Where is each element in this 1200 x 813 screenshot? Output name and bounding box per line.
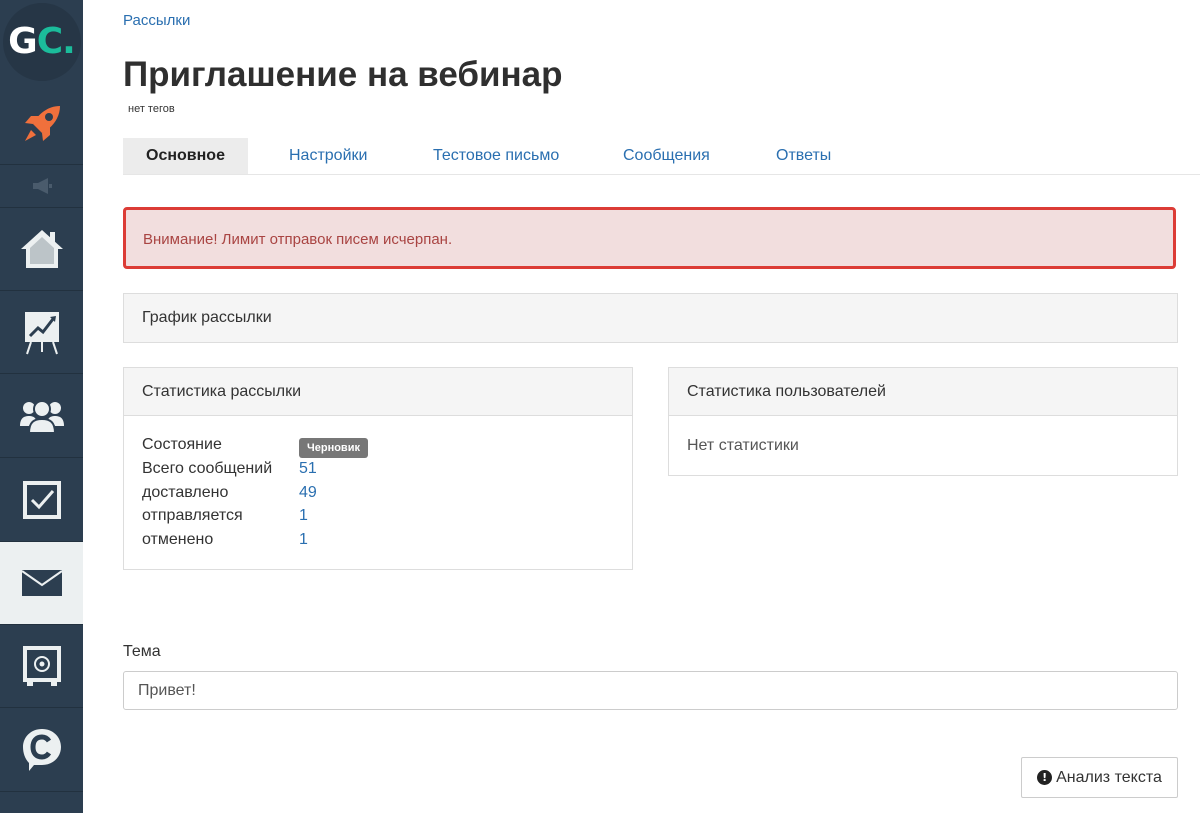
stat-row-status: Состояние	[142, 436, 222, 454]
envelope-icon	[20, 570, 63, 596]
chat-c-icon	[22, 728, 61, 771]
tab-test-email[interactable]: Тестовое письмо	[433, 138, 559, 174]
home-icon	[20, 230, 63, 268]
tab-bar: Основное Настройки Тестовое письмо Сообщ…	[123, 138, 1200, 175]
analyze-text-label: Анализ текста	[1056, 768, 1162, 786]
sidebar-item-users[interactable]	[0, 374, 83, 458]
app-logo[interactable]: GC.	[0, 0, 83, 83]
stat-label: доставлено	[142, 484, 229, 501]
tab-main[interactable]: Основное	[123, 138, 248, 174]
mailing-stats-title: Статистика рассылки	[124, 368, 632, 416]
users-icon	[19, 399, 64, 434]
topic-label: Тема	[123, 643, 161, 660]
logo-text: GC.	[8, 21, 76, 62]
stat-row-total: Всего сообщений	[142, 460, 272, 478]
schedule-panel-title: График рассылки	[124, 294, 1177, 342]
stat-row-cancelled: отменено	[142, 531, 213, 549]
exclamation-circle-icon: !	[1037, 770, 1053, 785]
schedule-panel[interactable]: График рассылки	[123, 293, 1178, 343]
sidebar-item-store[interactable]	[0, 625, 83, 708]
safe-icon	[22, 646, 61, 686]
topic-input[interactable]	[123, 671, 1178, 710]
logo-circle: GC.	[2, 2, 81, 81]
stat-value-delivered[interactable]: 49	[299, 484, 317, 502]
sidebar-item-announcements[interactable]	[0, 165, 83, 208]
tab-messages[interactable]: Сообщения	[623, 138, 710, 174]
stat-label: отменено	[142, 531, 214, 548]
status-badge: Черновик	[299, 438, 368, 458]
user-stats-panel: Статистика пользователей Нет статистики	[668, 367, 1178, 476]
sidebar-item-home[interactable]	[0, 208, 83, 291]
stat-value-total[interactable]: 51	[299, 460, 317, 478]
stat-value-cancelled[interactable]: 1	[299, 531, 308, 549]
tab-replies[interactable]: Ответы	[776, 138, 831, 174]
mailing-stats-panel: Статистика рассылки Состояние Черновик В…	[123, 367, 633, 570]
sidebar-item-launch[interactable]	[0, 83, 83, 165]
analyze-text-button[interactable]: ! Анализ текста	[1021, 757, 1178, 798]
megaphone-icon	[32, 178, 52, 194]
stat-label: отправляется	[142, 507, 243, 524]
chart-board-icon	[24, 312, 59, 355]
stat-row-delivered: доставлено	[142, 484, 228, 502]
stat-row-sending: отправляется	[142, 507, 243, 525]
stat-value-sending[interactable]: 1	[299, 507, 308, 525]
alert-text: Внимание! Лимит отправок писем исчерпан.	[143, 231, 453, 248]
page-title: Приглашение на вебинар	[123, 55, 563, 94]
sidebar-item-tasks[interactable]	[0, 458, 83, 542]
rocket-icon	[24, 105, 60, 141]
stat-label: Состояние	[142, 436, 222, 453]
breadcrumb-mailings[interactable]: Рассылки	[123, 12, 190, 29]
user-stats-title: Статистика пользователей	[669, 368, 1177, 416]
sidebar-item-reports[interactable]	[0, 291, 83, 374]
sidebar-item-mailings[interactable]	[0, 542, 83, 625]
limit-alert: Внимание! Лимит отправок писем исчерпан.	[123, 207, 1176, 269]
no-stats-text: Нет статистики	[687, 437, 799, 454]
tags-text: нет тегов	[128, 103, 175, 115]
tab-settings[interactable]: Настройки	[289, 138, 367, 174]
sidebar: GC.	[0, 0, 83, 813]
sidebar-item-chat[interactable]	[0, 708, 83, 792]
stat-label: Всего сообщений	[142, 460, 273, 477]
checkbox-icon	[22, 480, 61, 519]
